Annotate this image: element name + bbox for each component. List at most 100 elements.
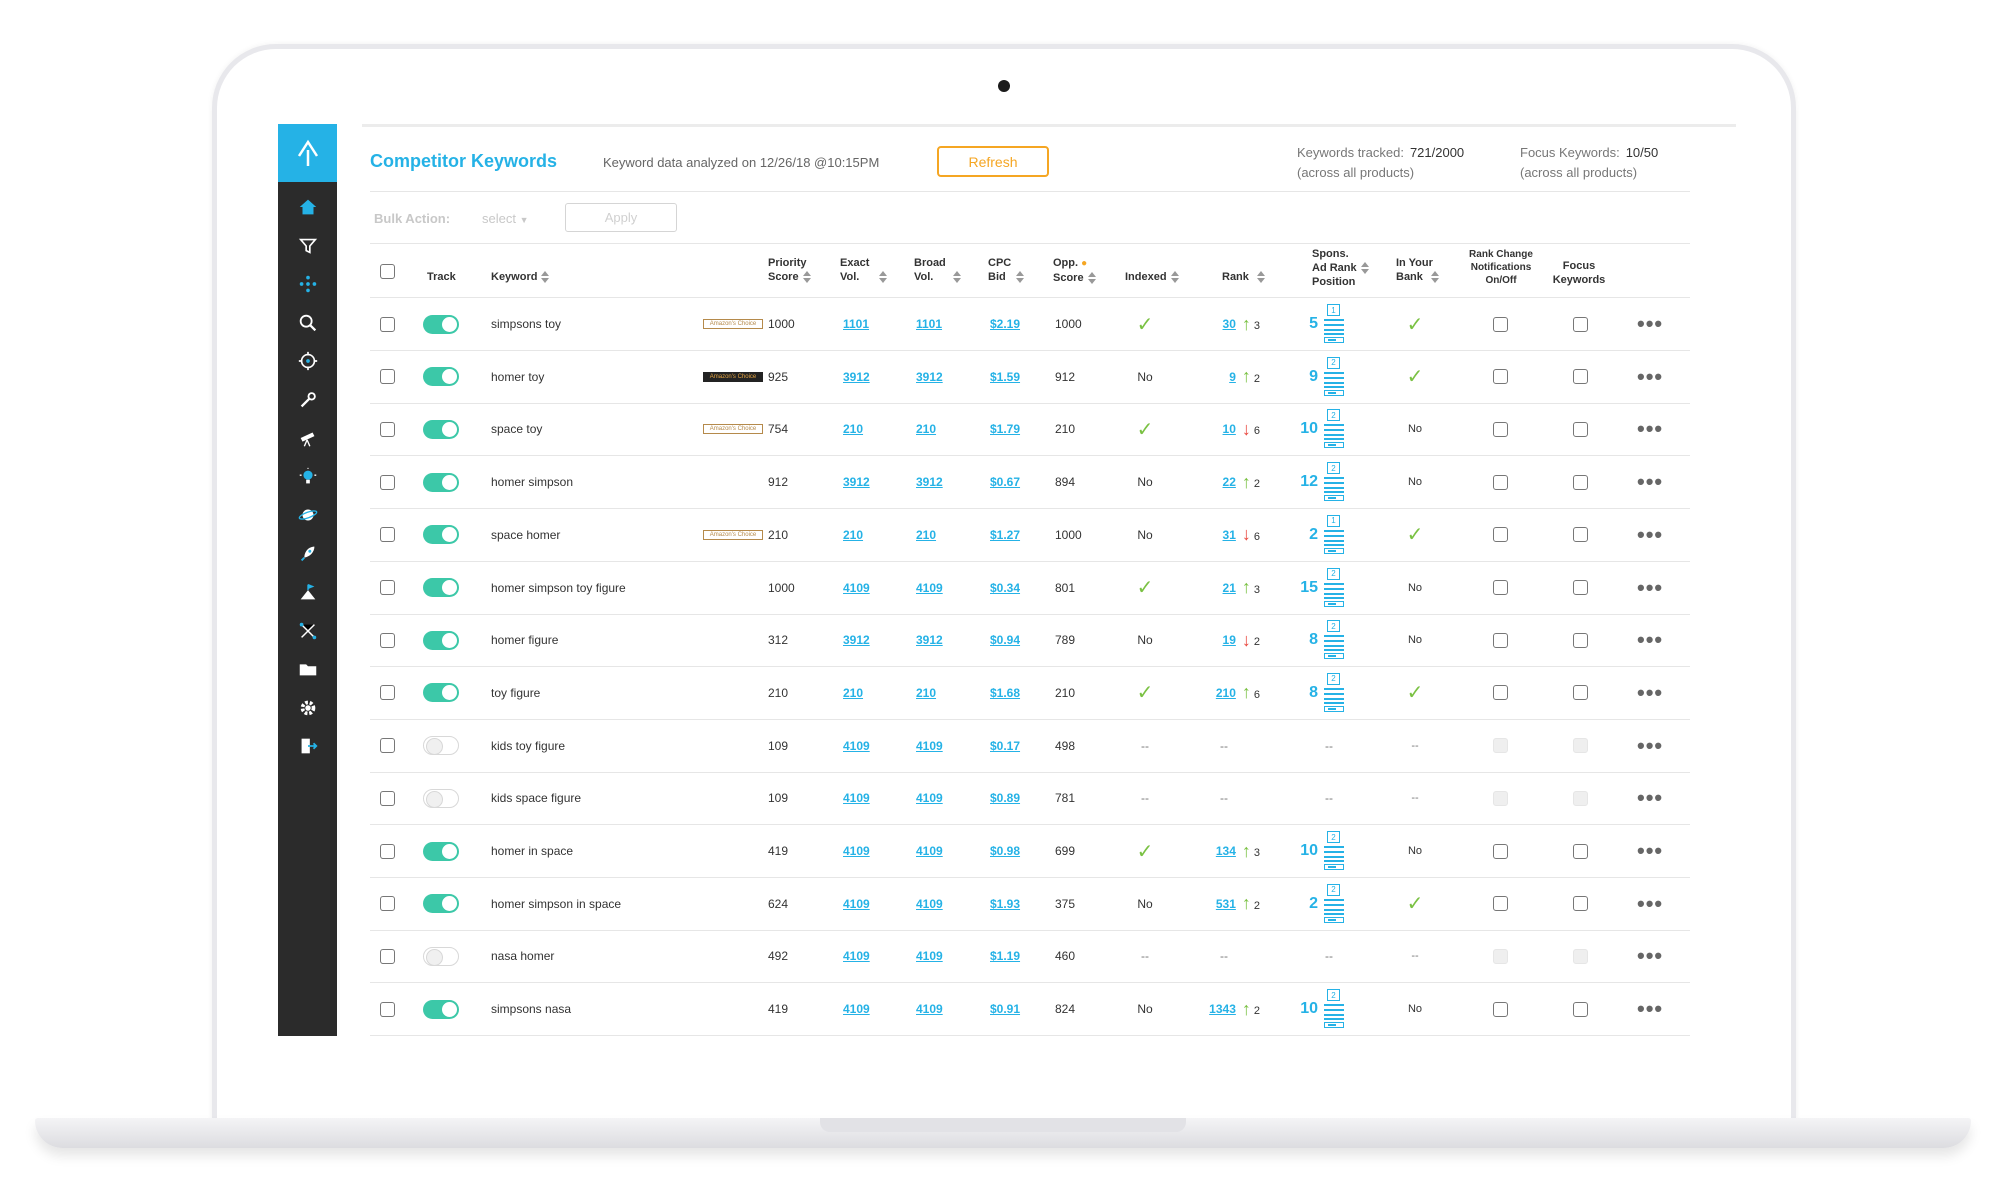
rank-link[interactable]: 1343	[1209, 1002, 1236, 1016]
more-options-icon[interactable]: •••	[1637, 469, 1663, 495]
broad-vol-link[interactable]: 210	[916, 686, 936, 700]
search-icon[interactable]	[278, 308, 337, 338]
more-options-icon[interactable]: •••	[1637, 943, 1663, 969]
header-cpc-bid[interactable]: CPC Bid	[988, 256, 1024, 284]
focus-keyword-checkbox[interactable]	[1573, 421, 1588, 437]
exact-vol-link[interactable]: 4109	[843, 581, 870, 595]
network-icon[interactable]	[278, 616, 337, 646]
focus-keyword-checkbox[interactable]	[1573, 474, 1588, 490]
broad-vol-link[interactable]: 3912	[916, 633, 943, 647]
exact-vol-link[interactable]: 3912	[843, 370, 870, 384]
focus-keyword-checkbox[interactable]	[1573, 632, 1588, 648]
notification-checkbox[interactable]	[1493, 843, 1508, 859]
focus-keyword-checkbox[interactable]	[1573, 896, 1588, 912]
exact-vol-link[interactable]: 210	[843, 422, 863, 436]
track-toggle[interactable]	[423, 999, 459, 1019]
cpc-bid-link[interactable]: $0.94	[990, 633, 1020, 647]
rank-link[interactable]: 134	[1216, 844, 1236, 858]
broad-vol-link[interactable]: 4109	[916, 581, 943, 595]
header-exact-vol[interactable]: Exact Vol.	[840, 256, 888, 284]
exact-vol-link[interactable]: 4109	[843, 844, 870, 858]
folder-icon[interactable]	[278, 654, 337, 684]
flag-icon[interactable]	[278, 577, 337, 607]
broad-vol-link[interactable]: 1101	[916, 317, 942, 331]
header-priority-score[interactable]: Priority Score	[768, 256, 811, 284]
notification-checkbox[interactable]	[1493, 316, 1508, 332]
broad-vol-link[interactable]: 4109	[916, 949, 943, 963]
bulk-action-select[interactable]: select ▼	[482, 211, 529, 226]
more-options-icon[interactable]: •••	[1637, 838, 1663, 864]
row-select-checkbox[interactable]	[380, 790, 395, 806]
track-toggle[interactable]	[423, 894, 459, 914]
row-select-checkbox[interactable]	[380, 948, 395, 964]
notification-checkbox[interactable]	[1493, 790, 1508, 806]
rank-link[interactable]: 21	[1223, 581, 1236, 595]
focus-keyword-checkbox[interactable]	[1573, 790, 1588, 806]
row-select-checkbox[interactable]	[380, 369, 395, 385]
focus-keyword-checkbox[interactable]	[1573, 527, 1588, 543]
focus-keyword-checkbox[interactable]	[1573, 580, 1588, 595]
header-keyword[interactable]: Keyword	[491, 270, 550, 284]
notification-checkbox[interactable]	[1493, 896, 1508, 912]
exact-vol-link[interactable]: 4109	[843, 949, 870, 963]
more-options-icon[interactable]: •••	[1637, 311, 1663, 337]
diamond-dots-icon[interactable]	[278, 269, 337, 299]
logo-icon[interactable]	[278, 124, 337, 182]
notification-checkbox[interactable]	[1493, 527, 1508, 543]
more-options-icon[interactable]: •••	[1637, 575, 1663, 601]
cpc-bid-link[interactable]: $1.19	[990, 949, 1020, 963]
rank-link[interactable]: 22	[1223, 475, 1236, 489]
track-toggle[interactable]	[423, 683, 459, 703]
more-options-icon[interactable]: •••	[1637, 627, 1663, 653]
broad-vol-link[interactable]: 4109	[916, 739, 943, 753]
focus-keyword-checkbox[interactable]	[1573, 738, 1588, 754]
focus-keyword-checkbox[interactable]	[1573, 369, 1588, 385]
exact-vol-link[interactable]: 210	[843, 686, 863, 700]
more-options-icon[interactable]: •••	[1637, 891, 1663, 917]
more-options-icon[interactable]: •••	[1637, 733, 1663, 759]
track-toggle[interactable]	[423, 419, 459, 439]
rocket-icon[interactable]	[278, 539, 337, 569]
rank-link[interactable]: 31	[1223, 528, 1236, 542]
lightbulb-icon[interactable]	[278, 462, 337, 492]
focus-keyword-checkbox[interactable]	[1573, 843, 1588, 859]
crosshair-icon[interactable]	[278, 346, 337, 376]
wrench-icon[interactable]	[278, 385, 337, 415]
cpc-bid-link[interactable]: $0.98	[990, 844, 1020, 858]
track-toggle[interactable]	[423, 314, 459, 334]
focus-keyword-checkbox[interactable]	[1573, 685, 1588, 701]
select-all-checkbox[interactable]	[380, 264, 395, 279]
rank-link[interactable]: 210	[1216, 686, 1236, 700]
focus-keyword-checkbox[interactable]	[1573, 1001, 1588, 1017]
row-select-checkbox[interactable]	[380, 738, 395, 754]
cpc-bid-link[interactable]: $1.79	[990, 422, 1020, 436]
track-toggle[interactable]	[423, 367, 459, 387]
cpc-bid-link[interactable]: $0.91	[990, 1002, 1020, 1016]
row-select-checkbox[interactable]	[380, 896, 395, 912]
cpc-bid-link[interactable]: $0.17	[990, 739, 1020, 753]
cpc-bid-link[interactable]: $0.34	[990, 581, 1020, 595]
cpc-bid-link[interactable]: $1.59	[990, 370, 1020, 384]
exact-vol-link[interactable]: 3912	[843, 633, 870, 647]
cpc-bid-link[interactable]: $1.93	[990, 897, 1020, 911]
notification-checkbox[interactable]	[1493, 948, 1508, 964]
notification-checkbox[interactable]	[1493, 474, 1508, 490]
exact-vol-link[interactable]: 4109	[843, 791, 870, 805]
row-select-checkbox[interactable]	[380, 580, 395, 595]
notification-checkbox[interactable]	[1493, 1001, 1508, 1017]
track-toggle[interactable]	[423, 578, 459, 597]
row-select-checkbox[interactable]	[380, 421, 395, 437]
row-select-checkbox[interactable]	[380, 527, 395, 543]
header-in-your-bank[interactable]: In Your Bank	[1396, 256, 1439, 284]
more-options-icon[interactable]: •••	[1637, 416, 1663, 442]
header-broad-vol[interactable]: Broad Vol.	[914, 256, 962, 284]
header-spons-ad-rank[interactable]: Spons. Ad Rank Position	[1312, 247, 1369, 289]
notification-checkbox[interactable]	[1493, 738, 1508, 754]
rank-link[interactable]: 9	[1229, 370, 1236, 384]
broad-vol-link[interactable]: 4109	[916, 844, 943, 858]
broad-vol-link[interactable]: 4109	[916, 1002, 943, 1016]
exact-vol-link[interactable]: 1101	[843, 317, 869, 331]
broad-vol-link[interactable]: 4109	[916, 897, 943, 911]
track-toggle[interactable]	[423, 525, 459, 545]
exact-vol-link[interactable]: 4109	[843, 739, 870, 753]
